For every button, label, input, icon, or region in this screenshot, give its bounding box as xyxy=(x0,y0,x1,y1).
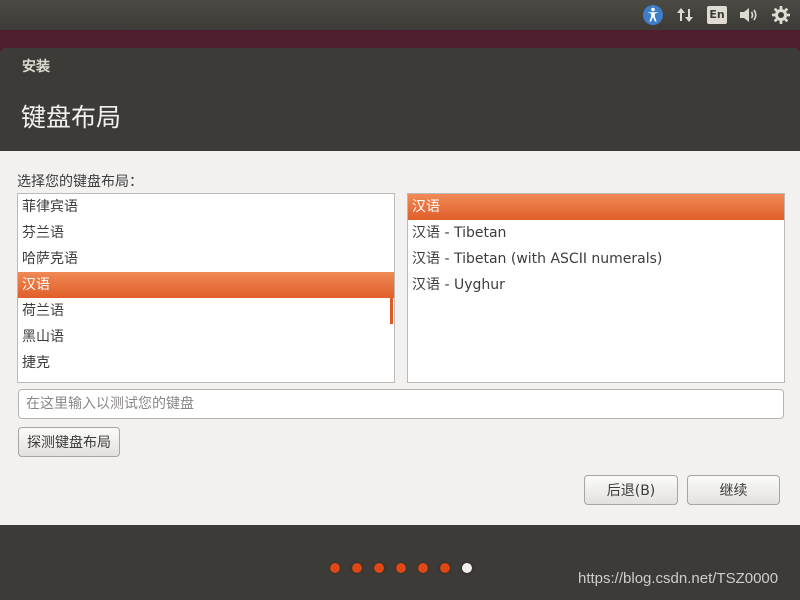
volume-icon[interactable] xyxy=(736,2,762,28)
progress-dot xyxy=(330,563,340,573)
settings-gear-icon[interactable] xyxy=(768,2,794,28)
layout-list-item[interactable]: 黑山语 xyxy=(18,324,394,350)
progress-dot xyxy=(396,563,406,573)
progress-dot xyxy=(352,563,362,573)
top-panel: En xyxy=(0,0,800,30)
progress-dot xyxy=(440,563,450,573)
variant-list-item-selected[interactable]: 汉语 xyxy=(408,194,784,220)
variant-list[interactable]: 汉语 汉语 - Tibetan 汉语 - Tibetan (with ASCII… xyxy=(407,193,785,383)
layout-list-item[interactable]: 荷兰语 xyxy=(18,298,394,324)
variant-list-item[interactable]: 汉语 - Tibetan xyxy=(408,220,784,246)
network-icon[interactable] xyxy=(672,2,698,28)
progress-dot xyxy=(418,563,428,573)
layout-list-item[interactable]: 哈萨克语 xyxy=(18,246,394,272)
variant-list-item[interactable]: 汉语 - Tibetan (with ASCII numerals) xyxy=(408,246,784,272)
content-area: 选择您的键盘布局： 菲律宾语 芬兰语 哈萨克语 汉语 荷兰语 黑山语 捷克 汉语… xyxy=(0,151,800,525)
variant-list-item[interactable]: 汉语 - Uyghur xyxy=(408,272,784,298)
watermark-text: https://blog.csdn.net/TSZ0000 xyxy=(578,570,779,587)
progress-dots xyxy=(330,563,472,573)
scrollbar-thumb[interactable] xyxy=(390,298,393,324)
installer-footer xyxy=(0,525,800,600)
keyboard-language-icon[interactable]: En xyxy=(704,2,730,28)
layout-list[interactable]: 菲律宾语 芬兰语 哈萨克语 汉语 荷兰语 黑山语 捷克 xyxy=(17,193,395,383)
page-title: 键盘布局 xyxy=(21,103,122,132)
back-button[interactable]: 后退(B) xyxy=(584,475,678,505)
keyboard-test-input[interactable] xyxy=(18,389,784,419)
layout-list-item[interactable]: 菲律宾语 xyxy=(18,194,394,220)
layout-prompt: 选择您的键盘布局： xyxy=(17,174,143,190)
layout-list-item-selected[interactable]: 汉语 xyxy=(18,272,394,298)
layout-list-item[interactable]: 捷克 xyxy=(18,350,394,376)
progress-dot-current xyxy=(462,563,472,573)
progress-dot xyxy=(374,563,384,573)
installer-window: 安装 键盘布局 选择您的键盘布局： 菲律宾语 芬兰语 哈萨克语 汉语 荷兰语 黑… xyxy=(0,48,800,600)
detect-layout-button[interactable]: 探测键盘布局 xyxy=(18,427,120,457)
accessibility-icon[interactable] xyxy=(640,2,666,28)
layout-list-item[interactable]: 芬兰语 xyxy=(18,220,394,246)
window-title: 安装 xyxy=(22,59,50,75)
continue-button[interactable]: 继续 xyxy=(687,475,780,505)
keyboard-language-label: En xyxy=(707,6,727,24)
